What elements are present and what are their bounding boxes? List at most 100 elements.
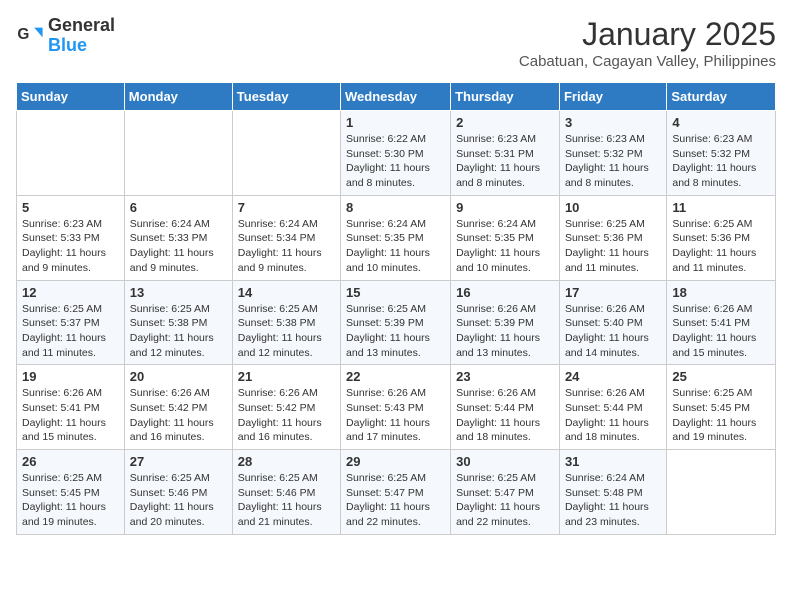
day-info: Sunrise: 6:24 AM Sunset: 5:33 PM Dayligh… [130, 217, 227, 276]
day-info: Sunrise: 6:23 AM Sunset: 5:32 PM Dayligh… [672, 132, 770, 191]
day-number: 9 [456, 200, 554, 215]
day-number: 2 [456, 115, 554, 130]
col-header-wednesday: Wednesday [341, 83, 451, 111]
calendar-cell: 11 Sunrise: 6:25 AM Sunset: 5:36 PM Dayli… [667, 195, 776, 280]
day-number: 17 [565, 285, 661, 300]
day-info: Sunrise: 6:24 AM Sunset: 5:35 PM Dayligh… [346, 217, 445, 276]
day-info: Sunrise: 6:25 AM Sunset: 5:39 PM Dayligh… [346, 302, 445, 361]
day-info: Sunrise: 6:25 AM Sunset: 5:38 PM Dayligh… [130, 302, 227, 361]
calendar-cell [667, 450, 776, 535]
col-header-sunday: Sunday [17, 83, 125, 111]
calendar-cell: 8 Sunrise: 6:24 AM Sunset: 5:35 PM Daylig… [341, 195, 451, 280]
day-number: 31 [565, 454, 661, 469]
col-header-tuesday: Tuesday [232, 83, 340, 111]
day-info: Sunrise: 6:25 AM Sunset: 5:37 PM Dayligh… [22, 302, 119, 361]
day-info: Sunrise: 6:26 AM Sunset: 5:41 PM Dayligh… [22, 386, 119, 445]
calendar-cell: 5Sunrise: 6:23 AM Sunset: 5:33 PM Daylig… [17, 195, 125, 280]
calendar-cell: 18Sunrise: 6:26 AM Sunset: 5:41 PM Dayli… [667, 280, 776, 365]
day-number: 18 [672, 285, 770, 300]
calendar-cell: 24 Sunrise: 6:26 AM Sunset: 5:44 PM Dayli… [559, 365, 666, 450]
day-number: 20 [130, 369, 227, 384]
day-number: 28 [238, 454, 335, 469]
day-number: 4 [672, 115, 770, 130]
calendar-cell: 30 Sunrise: 6:25 AM Sunset: 5:47 PM Dayli… [451, 450, 560, 535]
col-header-monday: Monday [124, 83, 232, 111]
day-number: 23 [456, 369, 554, 384]
day-info: Sunrise: 6:26 AM Sunset: 5:40 PM Dayligh… [565, 302, 661, 361]
day-info: Sunrise: 6:24 AM Sunset: 5:48 PM Dayligh… [565, 471, 661, 530]
title-block: January 2025 Cabatuan, Cagayan Valley, P… [519, 16, 776, 70]
day-number: 16 [456, 285, 554, 300]
day-info: Sunrise: 6:25 AM Sunset: 5:46 PM Dayligh… [130, 471, 227, 530]
day-number: 25 [672, 369, 770, 384]
day-info: Sunrise: 6:25 AM Sunset: 5:47 PM Dayligh… [346, 471, 445, 530]
calendar-cell: 14Sunrise: 6:25 AM Sunset: 5:38 PM Dayli… [232, 280, 340, 365]
day-number: 11 [672, 200, 770, 215]
calendar-cell: 6 Sunrise: 6:24 AM Sunset: 5:33 PM Daylig… [124, 195, 232, 280]
day-number: 6 [130, 200, 227, 215]
day-number: 7 [238, 200, 335, 215]
day-info: Sunrise: 6:25 AM Sunset: 5:47 PM Dayligh… [456, 471, 554, 530]
day-info: Sunrise: 6:26 AM Sunset: 5:43 PM Dayligh… [346, 386, 445, 445]
logo-line2: Blue [48, 36, 115, 56]
calendar-cell [17, 111, 125, 196]
calendar-cell: 27 Sunrise: 6:25 AM Sunset: 5:46 PM Dayli… [124, 450, 232, 535]
day-info: Sunrise: 6:23 AM Sunset: 5:31 PM Dayligh… [456, 132, 554, 191]
calendar-cell: 28 Sunrise: 6:25 AM Sunset: 5:46 PM Dayli… [232, 450, 340, 535]
calendar-cell: 17 Sunrise: 6:26 AM Sunset: 5:40 PM Dayli… [559, 280, 666, 365]
day-info: Sunrise: 6:26 AM Sunset: 5:44 PM Dayligh… [565, 386, 661, 445]
logo-line1: General [48, 16, 115, 36]
day-info: Sunrise: 6:25 AM Sunset: 5:36 PM Dayligh… [565, 217, 661, 276]
day-number: 22 [346, 369, 445, 384]
calendar-header: SundayMondayTuesdayWednesdayThursdayFrid… [17, 83, 776, 111]
calendar-cell: 15 Sunrise: 6:25 AM Sunset: 5:39 PM Dayli… [341, 280, 451, 365]
calendar-cell: 20 Sunrise: 6:26 AM Sunset: 5:42 PM Dayli… [124, 365, 232, 450]
calendar-cell: 22 Sunrise: 6:26 AM Sunset: 5:43 PM Dayli… [341, 365, 451, 450]
calendar-cell: 26 Sunrise: 6:25 AM Sunset: 5:45 PM Dayli… [17, 450, 125, 535]
logo: G General Blue [16, 16, 115, 56]
day-info: Sunrise: 6:25 AM Sunset: 5:36 PM Dayligh… [672, 217, 770, 276]
calendar-cell: 1 Sunrise: 6:22 AM Sunset: 5:30 PM Daylig… [341, 111, 451, 196]
calendar-cell: 29 Sunrise: 6:25 AM Sunset: 5:47 PM Dayli… [341, 450, 451, 535]
day-number: 3 [565, 115, 661, 130]
day-info: Sunrise: 6:26 AM Sunset: 5:39 PM Dayligh… [456, 302, 554, 361]
col-header-saturday: Saturday [667, 83, 776, 111]
day-number: 24 [565, 369, 661, 384]
location: Cabatuan, Cagayan Valley, Philippines [519, 53, 776, 70]
calendar-cell: 19 Sunrise: 6:26 AM Sunset: 5:41 PM Dayli… [17, 365, 125, 450]
day-number: 1 [346, 115, 445, 130]
calendar-cell [124, 111, 232, 196]
day-number: 10 [565, 200, 661, 215]
logo-text: General Blue [48, 16, 115, 56]
day-info: Sunrise: 6:26 AM Sunset: 5:42 PM Dayligh… [130, 386, 227, 445]
day-info: Sunrise: 6:24 AM Sunset: 5:35 PM Dayligh… [456, 217, 554, 276]
svg-text:G: G [17, 26, 29, 43]
day-number: 29 [346, 454, 445, 469]
day-number: 27 [130, 454, 227, 469]
day-info: Sunrise: 6:26 AM Sunset: 5:42 PM Dayligh… [238, 386, 335, 445]
day-number: 21 [238, 369, 335, 384]
col-header-thursday: Thursday [451, 83, 560, 111]
calendar-cell: 25 Sunrise: 6:25 AM Sunset: 5:45 PM Dayli… [667, 365, 776, 450]
day-number: 12 [22, 285, 119, 300]
calendar-cell: 3Sunrise: 6:23 AM Sunset: 5:32 PM Daylig… [559, 111, 666, 196]
col-header-friday: Friday [559, 83, 666, 111]
calendar-cell: 31 Sunrise: 6:24 AM Sunset: 5:48 PM Dayli… [559, 450, 666, 535]
day-info: Sunrise: 6:25 AM Sunset: 5:46 PM Dayligh… [238, 471, 335, 530]
day-number: 26 [22, 454, 119, 469]
day-number: 15 [346, 285, 445, 300]
day-info: Sunrise: 6:25 AM Sunset: 5:45 PM Dayligh… [22, 471, 119, 530]
day-number: 8 [346, 200, 445, 215]
day-number: 5 [22, 200, 119, 215]
calendar-cell: 12 Sunrise: 6:25 AM Sunset: 5:37 PM Dayli… [17, 280, 125, 365]
calendar-cell: 10 Sunrise: 6:25 AM Sunset: 5:36 PM Dayli… [559, 195, 666, 280]
day-info: Sunrise: 6:26 AM Sunset: 5:44 PM Dayligh… [456, 386, 554, 445]
calendar-table: SundayMondayTuesdayWednesdayThursdayFrid… [16, 82, 776, 535]
day-info: Sunrise: 6:25 AM Sunset: 5:38 PM Dayligh… [238, 302, 335, 361]
day-number: 19 [22, 369, 119, 384]
calendar-cell: 4 Sunrise: 6:23 AM Sunset: 5:32 PM Daylig… [667, 111, 776, 196]
day-number: 30 [456, 454, 554, 469]
calendar-cell: 7Sunrise: 6:24 AM Sunset: 5:34 PM Daylig… [232, 195, 340, 280]
day-info: Sunrise: 6:22 AM Sunset: 5:30 PM Dayligh… [346, 132, 445, 191]
day-info: Sunrise: 6:25 AM Sunset: 5:45 PM Dayligh… [672, 386, 770, 445]
